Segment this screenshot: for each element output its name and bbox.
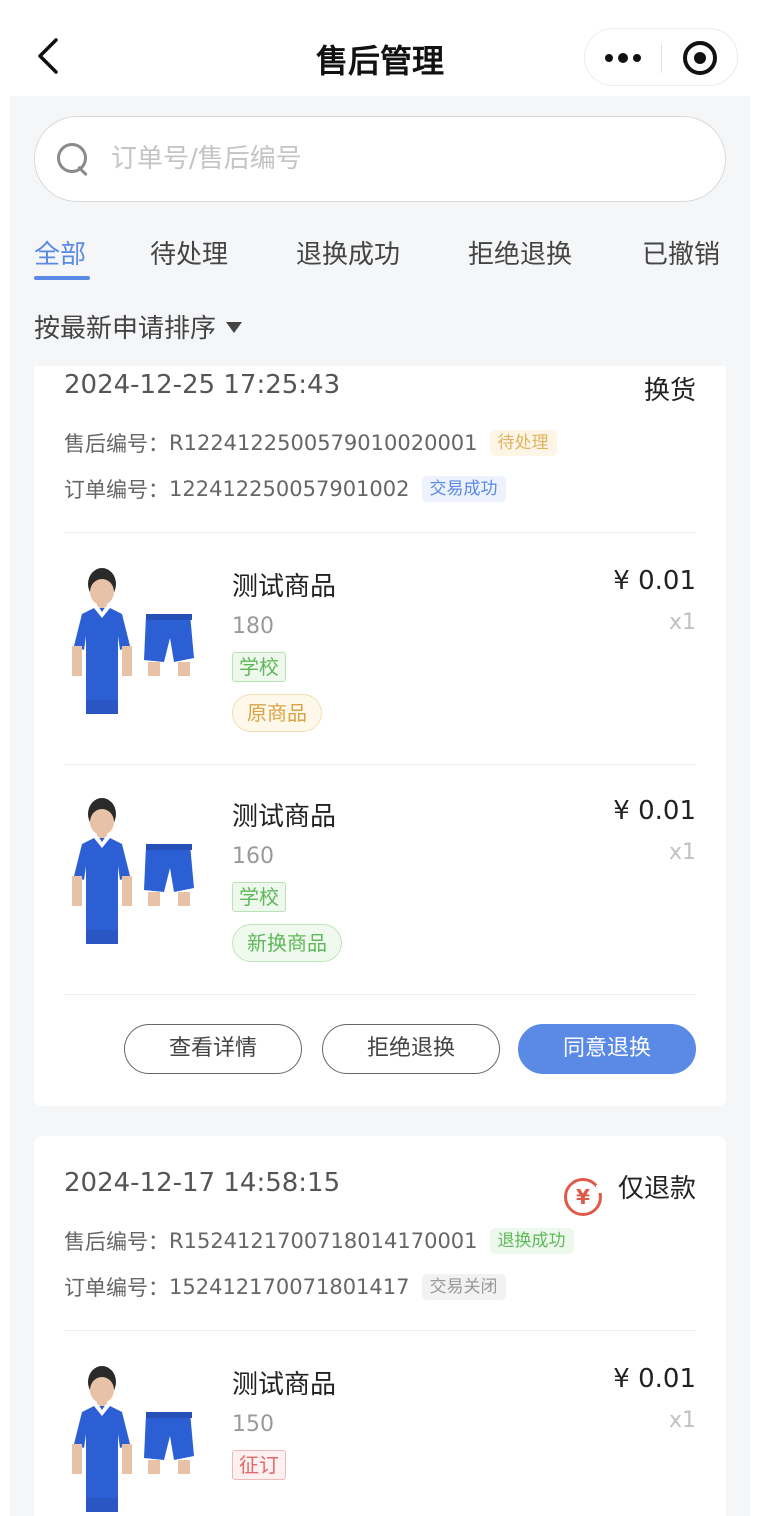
service-number-label: 售后编号：	[64, 432, 169, 456]
tab-all[interactable]: 全部	[34, 234, 86, 271]
order-status-badge: 交易关闭	[421, 1274, 506, 1300]
product-quantity: x1	[668, 610, 696, 635]
caret-down-icon	[226, 322, 243, 333]
original-product-pill: 原商品	[232, 694, 322, 732]
order-number: 122412250057901002	[169, 477, 410, 501]
tab-rejected[interactable]: 拒绝退换	[468, 234, 572, 271]
product-spec: 150	[232, 1412, 274, 1437]
sort-label: 按最新申请排序	[34, 314, 217, 344]
capsule-divider	[661, 43, 662, 73]
product-price: ¥ 0.01	[613, 1364, 696, 1394]
more-menu-icon[interactable]	[585, 29, 661, 87]
service-number: R122412250057901002000​1	[169, 431, 478, 455]
tab-cancelled[interactable]: 已撤销	[642, 234, 720, 271]
status-badge: 待处理	[489, 430, 557, 456]
status-tabs: 全部 待处理 退换成功 拒绝退换 已撤销	[10, 226, 750, 286]
product-item[interactable]: 测试商品 150 ¥ 0.01 x1 征订	[64, 1364, 696, 1516]
order-status-badge: 交易成功	[421, 476, 506, 502]
tab-exchange-success[interactable]: 退换成功	[296, 234, 400, 271]
divider	[64, 764, 696, 765]
product-tag: 学校	[232, 652, 286, 682]
divider	[64, 994, 696, 995]
product-item[interactable]: 测试商品 180 ¥ 0.01 x1 学校 原商品	[64, 566, 696, 736]
product-tag: 征订	[232, 1450, 286, 1480]
order-number-label: 订单编号：	[64, 1276, 169, 1300]
product-name: 测试商品	[232, 1370, 337, 1400]
service-number: R152412170071801417000​1	[169, 1229, 478, 1253]
aftersale-card: 2024-12-25 17:25:43 换货 售后编号： R1224122500…	[34, 366, 726, 1106]
product-quantity: x1	[668, 1408, 696, 1433]
apply-time: 2024-12-25 17:25:43	[64, 370, 341, 400]
divider	[64, 532, 696, 533]
product-price: ¥ 0.01	[613, 796, 696, 826]
service-number-label: 售后编号：	[64, 1230, 169, 1254]
yen-refund-icon: ¥	[564, 1178, 604, 1216]
product-name: 测试商品	[232, 572, 337, 602]
miniprogram-capsule	[584, 28, 738, 86]
service-number-row: 售后编号： R122412250057901002000​1 待处理	[64, 428, 557, 458]
active-tab-indicator	[34, 276, 90, 280]
page-body: 全部 待处理 退换成功 拒绝退换 已撤销 按最新申请排序 2024-12-25 …	[10, 96, 750, 1516]
tab-pending[interactable]: 待处理	[150, 234, 228, 271]
order-number: 152412170071801417	[169, 1275, 410, 1299]
product-spec: 180	[232, 614, 274, 639]
divider	[64, 1330, 696, 1331]
agree-exchange-button[interactable]: 同意退换	[518, 1024, 696, 1074]
aftersale-card: 2024-12-17 14:58:15 ¥ 仅退款 售后编号： R1524121…	[34, 1136, 726, 1516]
product-tag: 学校	[232, 882, 286, 912]
product-image	[64, 1364, 206, 1516]
order-number-label: 订单编号：	[64, 478, 169, 502]
status-badge: 退换成功	[489, 1228, 574, 1254]
aftersale-type: 仅退款	[617, 1174, 696, 1204]
view-details-button[interactable]: 查看详情	[124, 1024, 302, 1074]
product-item[interactable]: 测试商品 160 ¥ 0.01 x1 学校 新换商品	[64, 796, 696, 966]
close-miniprogram-icon[interactable]	[683, 41, 717, 75]
product-name: 测试商品	[232, 802, 337, 832]
new-product-pill: 新换商品	[232, 924, 342, 962]
search-input[interactable]	[111, 137, 691, 181]
order-number-row: 订单编号： 152412170071801417 交易关闭	[64, 1272, 506, 1302]
apply-time: 2024-12-17 14:58:15	[64, 1168, 341, 1198]
search-bar[interactable]	[34, 116, 726, 202]
product-quantity: x1	[668, 840, 696, 865]
reject-exchange-button[interactable]: 拒绝退换	[322, 1024, 500, 1074]
product-image	[64, 566, 206, 718]
navigation-bar: 售后管理	[0, 0, 760, 96]
order-number-row: 订单编号： 122412250057901002 交易成功	[64, 474, 506, 504]
search-icon	[57, 143, 93, 179]
product-price: ¥ 0.01	[613, 566, 696, 596]
product-spec: 160	[232, 844, 274, 869]
aftersale-type: 换货	[643, 376, 696, 406]
product-image	[64, 796, 206, 948]
service-number-row: 售后编号： R152412170071801417000​1 退换成功	[64, 1226, 574, 1256]
sort-dropdown[interactable]: 按最新申请排序	[34, 308, 243, 345]
